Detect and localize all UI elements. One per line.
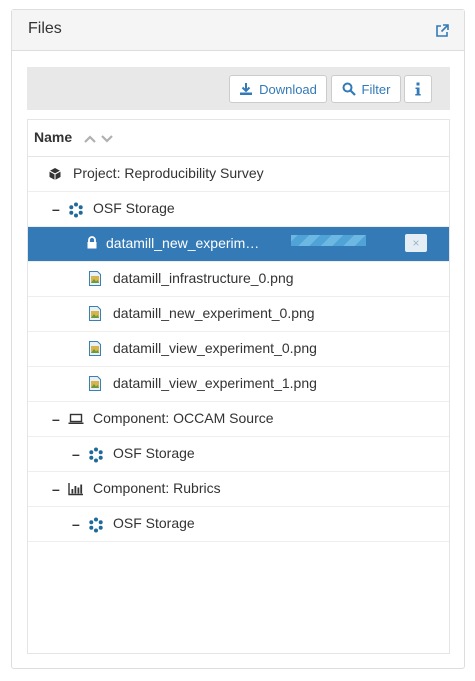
tree-row-label: OSF Storage	[113, 445, 195, 461]
tree-row-label: datamill_new_experim…	[106, 235, 260, 251]
tree-row-label: datamill_view_experiment_0.png	[113, 340, 317, 356]
tree-row-label: datamill_view_experiment_1.png	[113, 375, 317, 391]
tree-row-label: OSF Storage	[93, 200, 175, 216]
storage-icon	[88, 517, 103, 533]
panel-header: Files	[12, 10, 464, 51]
name-column-label: Name	[34, 129, 73, 145]
tree-row-component[interactable]: – Component: Rubrics	[28, 472, 449, 507]
tree-row-label: Component: OCCAM Source	[93, 410, 274, 426]
collapse-toggle[interactable]: –	[52, 481, 60, 497]
search-icon	[342, 82, 356, 96]
collapse-toggle[interactable]: –	[52, 201, 60, 217]
tree-row-storage[interactable]: – OSF Storage	[28, 507, 449, 542]
tree-row-label: Project: Reproducibility Survey	[73, 165, 264, 181]
tree-row-storage[interactable]: – OSF Storage	[28, 437, 449, 472]
filter-label: Filter	[361, 81, 391, 97]
laptop-icon	[68, 412, 84, 426]
info-icon	[415, 82, 421, 96]
tree-row-project[interactable]: Project: Reproducibility Survey	[28, 157, 449, 192]
tree-row-label: Component: Rubrics	[93, 480, 221, 496]
storage-icon	[68, 202, 83, 218]
file-toolbar: Download Filter	[27, 67, 450, 110]
collapse-toggle[interactable]: –	[72, 516, 80, 532]
image-file-icon	[89, 271, 103, 286]
image-file-icon	[89, 341, 103, 356]
tree-row-label: OSF Storage	[113, 515, 195, 531]
cube-icon	[48, 167, 62, 181]
sort-descending-icon[interactable]	[100, 132, 114, 144]
download-label: Download	[259, 81, 317, 97]
tree-row-file[interactable]: datamill_new_experiment_0.png	[28, 297, 449, 332]
image-file-icon	[89, 306, 103, 321]
bar-chart-icon	[68, 482, 83, 496]
tree-row-storage[interactable]: – OSF Storage	[28, 192, 449, 227]
file-tree: Name Project: Reproducibility Survey – O…	[27, 119, 450, 654]
info-button[interactable]	[404, 75, 432, 103]
files-panel: Files Download Filter Name Project: Repr…	[11, 9, 465, 669]
column-header: Name	[28, 120, 449, 157]
collapse-toggle[interactable]: –	[72, 446, 80, 462]
tree-row-component[interactable]: – Component: OCCAM Source	[28, 402, 449, 437]
storage-icon	[88, 447, 103, 463]
cancel-upload-button[interactable]: ×	[405, 234, 427, 252]
panel-title: Files	[28, 20, 62, 37]
tree-row-uploading-file[interactable]: datamill_new_experim… ×	[28, 227, 449, 262]
tree-row-label: datamill_new_experiment_0.png	[113, 305, 315, 321]
tree-row-file[interactable]: datamill_view_experiment_1.png	[28, 367, 449, 402]
external-link-icon[interactable]	[434, 23, 450, 39]
tree-row-file[interactable]: datamill_infrastructure_0.png	[28, 262, 449, 297]
image-file-icon	[89, 376, 103, 391]
upload-progress-bar	[291, 235, 366, 246]
lock-icon	[86, 236, 100, 250]
tree-row-file[interactable]: datamill_view_experiment_0.png	[28, 332, 449, 367]
sort-ascending-icon[interactable]	[83, 132, 97, 144]
filter-button[interactable]: Filter	[331, 75, 401, 103]
download-button[interactable]: Download	[229, 75, 327, 103]
collapse-toggle[interactable]: –	[52, 411, 60, 427]
tree-row-label: datamill_infrastructure_0.png	[113, 270, 294, 286]
download-icon	[240, 83, 253, 95]
